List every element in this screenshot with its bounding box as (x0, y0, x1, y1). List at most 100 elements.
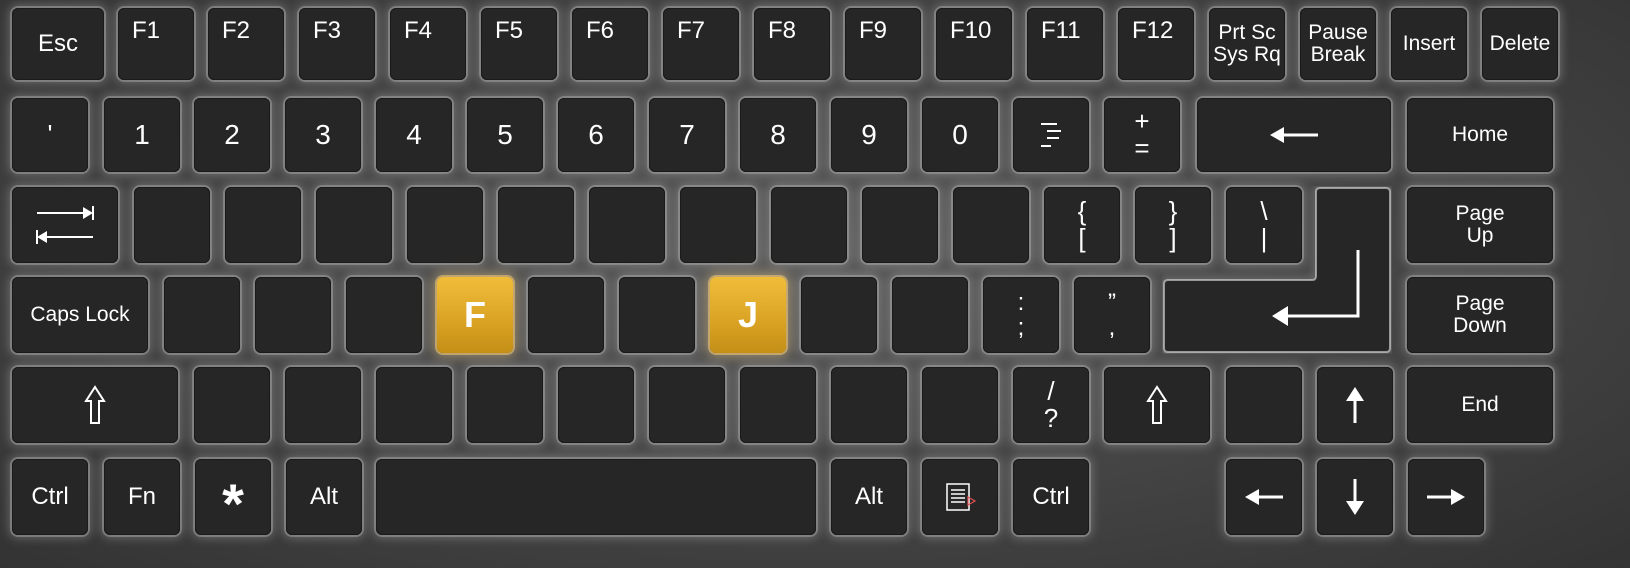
key-comma[interactable] (831, 367, 907, 443)
key-7[interactable]: 7 (649, 98, 725, 172)
key-label: 6 (588, 119, 604, 151)
key-label: 9 (861, 119, 877, 151)
key-e[interactable] (316, 187, 392, 263)
key-6[interactable]: 6 (558, 98, 634, 172)
key-f1[interactable]: F1 (118, 8, 194, 80)
key-prtsc[interactable]: Prt Sc Sys Rq (1209, 8, 1285, 80)
key-p[interactable] (953, 187, 1029, 263)
key-f10[interactable]: F10 (936, 8, 1012, 80)
key-pagedown[interactable]: Page Down (1407, 277, 1553, 353)
key-l[interactable] (892, 277, 968, 353)
key-home[interactable]: Home (1407, 98, 1553, 172)
key-period[interactable] (922, 367, 998, 443)
key-o[interactable] (862, 187, 938, 263)
key-label: ' (47, 119, 53, 150)
key-0[interactable]: 0 (922, 98, 998, 172)
key-t[interactable] (498, 187, 574, 263)
key-m[interactable] (740, 367, 816, 443)
key-label: Page (1455, 291, 1505, 315)
key-3[interactable]: 3 (285, 98, 361, 172)
key-tab[interactable] (12, 187, 118, 263)
key-menu[interactable] (922, 459, 998, 535)
key-delete[interactable]: Delete (1482, 8, 1558, 80)
key-1[interactable]: 1 (104, 98, 180, 172)
key-label: Fn (127, 483, 156, 511)
key-esc[interactable]: Esc (12, 8, 104, 80)
key-arrow-down[interactable] (1317, 459, 1393, 535)
key-u[interactable] (680, 187, 756, 263)
key-z[interactable] (194, 367, 270, 443)
key-a[interactable] (164, 277, 240, 353)
key-pause[interactable]: Pause Break (1300, 8, 1376, 80)
key-y[interactable] (589, 187, 665, 263)
arrow-up-icon (1346, 387, 1364, 423)
key-i[interactable] (771, 187, 847, 263)
key-windows[interactable]: * (195, 459, 271, 535)
key-f9[interactable]: F9 (845, 8, 921, 80)
key-v[interactable] (467, 367, 543, 443)
key-f-home[interactable]: F (437, 277, 513, 353)
key-semicolon[interactable]: :; (983, 277, 1059, 353)
key-arrow-up[interactable] (1317, 367, 1393, 443)
key-b[interactable] (558, 367, 634, 443)
key-g[interactable] (528, 277, 604, 353)
key-apostrophe[interactable]: ' (12, 98, 88, 172)
key-label: Prt Sc (1218, 20, 1276, 44)
key-plus[interactable]: + = (1104, 98, 1180, 172)
key-ctrl-right[interactable]: Ctrl (1013, 459, 1089, 535)
key-f2[interactable]: F2 (208, 8, 284, 80)
key-alt-right[interactable]: Alt (831, 459, 907, 535)
key-d[interactable] (346, 277, 422, 353)
key-j-home[interactable]: J (710, 277, 786, 353)
key-k[interactable] (801, 277, 877, 353)
key-label: 5 (497, 119, 513, 151)
key-label: 7 (679, 119, 695, 151)
key-fn[interactable]: Fn (104, 459, 180, 535)
key-blank[interactable] (1226, 367, 1302, 443)
key-end[interactable]: End (1407, 367, 1553, 443)
key-c[interactable] (376, 367, 452, 443)
key-f12[interactable]: F12 (1118, 8, 1194, 80)
key-f11[interactable]: F11 (1027, 8, 1103, 80)
key-8[interactable]: 8 (740, 98, 816, 172)
key-space[interactable] (376, 459, 816, 535)
key-slash[interactable]: /? (1013, 367, 1089, 443)
key-f4[interactable]: F4 (390, 8, 466, 80)
key-sublabel: ; (1017, 314, 1025, 341)
key-minus[interactable] (1013, 98, 1089, 172)
key-s[interactable] (255, 277, 331, 353)
key-x[interactable] (285, 367, 361, 443)
key-quote[interactable]: ”, (1074, 277, 1150, 353)
key-backspace[interactable] (1197, 98, 1391, 172)
key-f3[interactable]: F3 (299, 8, 375, 80)
key-enter[interactable] (1162, 186, 1392, 354)
key-open-bracket[interactable]: {[ (1044, 187, 1120, 263)
key-insert[interactable]: Insert (1391, 8, 1467, 80)
key-pageup[interactable]: Page Up (1407, 187, 1553, 263)
key-shift-right[interactable] (1104, 367, 1210, 443)
key-f7[interactable]: F7 (663, 8, 739, 80)
key-arrow-left[interactable] (1226, 459, 1302, 535)
key-shift-left[interactable] (12, 367, 178, 443)
key-q[interactable] (134, 187, 210, 263)
key-sublabel: [ (1078, 223, 1086, 253)
key-f8[interactable]: F8 (754, 8, 830, 80)
key-f6[interactable]: F6 (572, 8, 648, 80)
key-2[interactable]: 2 (194, 98, 270, 172)
key-h[interactable] (619, 277, 695, 353)
arrow-down-icon (1346, 479, 1364, 515)
key-label: { (1077, 195, 1087, 226)
key-label: Alt (309, 483, 338, 511)
key-label: / (1047, 375, 1055, 406)
key-arrow-right[interactable] (1408, 459, 1484, 535)
key-f5[interactable]: F5 (481, 8, 557, 80)
key-capslock[interactable]: Caps Lock (12, 277, 148, 353)
key-r[interactable] (407, 187, 483, 263)
key-w[interactable] (225, 187, 301, 263)
key-5[interactable]: 5 (467, 98, 543, 172)
key-4[interactable]: 4 (376, 98, 452, 172)
key-9[interactable]: 9 (831, 98, 907, 172)
key-ctrl-left[interactable]: Ctrl (12, 459, 88, 535)
key-alt-left[interactable]: Alt (286, 459, 362, 535)
key-n[interactable] (649, 367, 725, 443)
